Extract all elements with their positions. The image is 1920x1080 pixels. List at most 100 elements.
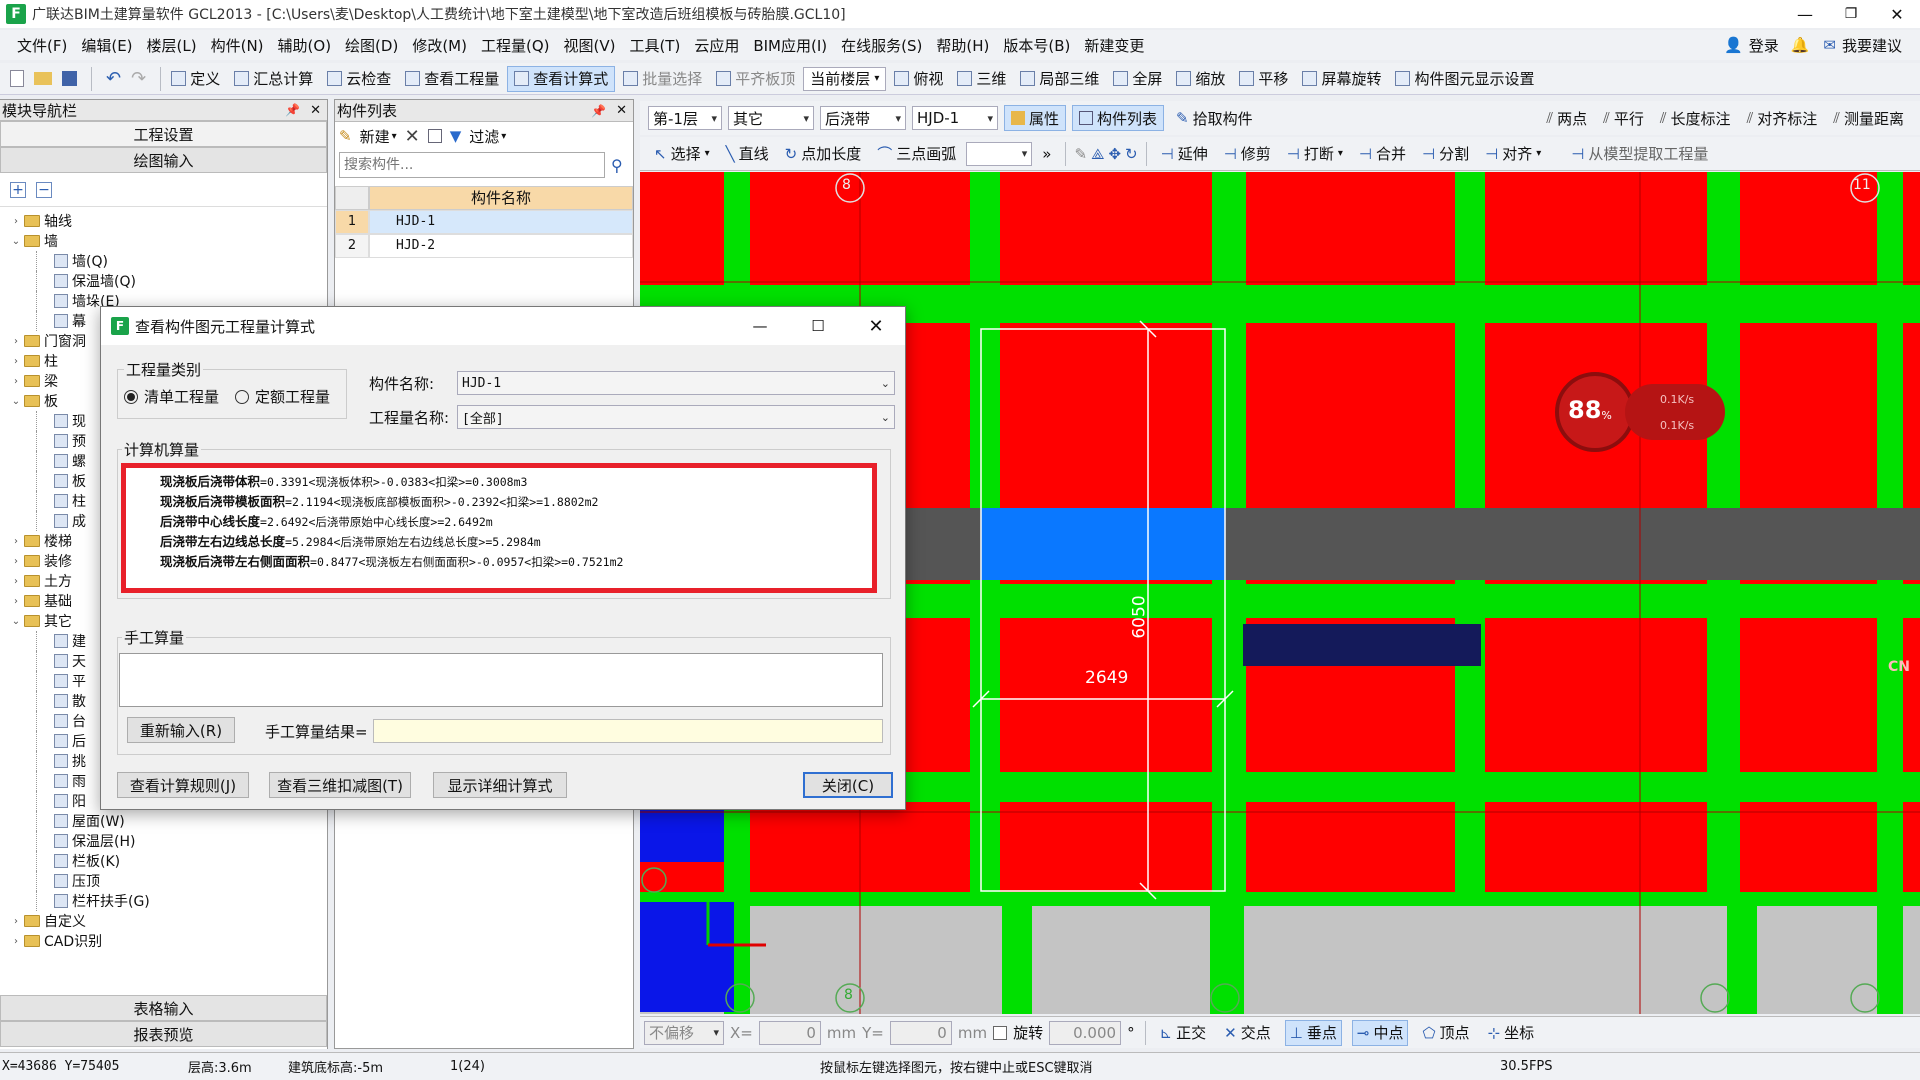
radio-bill-quantity[interactable]	[124, 389, 138, 404]
quantity-name-select[interactable]: [全部] ⌄	[457, 405, 895, 429]
snap-toggle[interactable]: ⊹ 坐标	[1484, 1020, 1539, 1046]
draw-tool-button[interactable]: ⫽ 两点	[1540, 103, 1593, 133]
snap-toggle[interactable]: ⬠ 顶点	[1418, 1020, 1473, 1046]
expander-icon[interactable]: ›	[10, 536, 22, 547]
dialog-close-icon[interactable]: ✕	[847, 316, 905, 337]
component-name-cell[interactable]: HJD-2	[369, 234, 633, 258]
menu-item[interactable]: 绘图(D)	[338, 35, 405, 56]
menu-item[interactable]: 工具(T)	[622, 35, 687, 56]
show-detailed-formula-button[interactable]: 显示详细计算式	[433, 772, 567, 798]
toolbar-button[interactable]: 定义	[165, 64, 226, 94]
tab-table-input[interactable]: 表格输入	[0, 995, 327, 1021]
draw-tool-button[interactable]: ⫽ 测量距离	[1827, 103, 1910, 133]
snap-toggle[interactable]: ⊸ 中点	[1351, 1019, 1409, 1046]
menu-item[interactable]: 辅助(O)	[271, 35, 339, 56]
close-panel-icon[interactable]: ✕	[310, 103, 321, 118]
copy-icon[interactable]	[427, 129, 442, 143]
expander-icon[interactable]: ⌄	[10, 236, 22, 247]
pick-component-button[interactable]: ✎ 拾取构件	[1170, 103, 1259, 133]
menu-item[interactable]: BIM应用(I)	[746, 35, 834, 56]
menu-item[interactable]: 视图(V)	[556, 35, 622, 56]
expander-icon[interactable]: ›	[10, 556, 22, 567]
tree-item[interactable]: 栏板(K)	[10, 851, 327, 871]
table-row[interactable]: 2 HJD-2	[335, 234, 633, 258]
tab-project-settings[interactable]: 工程设置	[0, 121, 327, 147]
toolbar-button[interactable]: 构件图元显示设置	[1389, 64, 1540, 94]
draw-tool-button[interactable]: ⫽ 平行	[1597, 103, 1650, 133]
tree-item[interactable]: ⌄ 墙	[10, 231, 327, 251]
draw-mode-button[interactable]: ↻ 点加长度	[779, 139, 868, 169]
expand-all-icon[interactable]: +	[10, 181, 26, 198]
draw-tool-button[interactable]: ⫽ 长度标注	[1654, 103, 1737, 133]
menu-item[interactable]: 楼层(L)	[140, 35, 204, 56]
column-header-name[interactable]: 构件名称	[369, 186, 633, 210]
move-icon[interactable]: ✥	[1108, 145, 1121, 163]
new-dropdown-icon[interactable]: ▾	[392, 131, 397, 142]
pin-icon[interactable]: 📌	[591, 104, 606, 118]
manual-input-area[interactable]	[119, 653, 883, 707]
user-icon[interactable]: 👤	[1724, 36, 1743, 54]
expander-icon[interactable]: ›	[10, 336, 22, 347]
toolbar-button[interactable]: 局部三维	[1014, 64, 1105, 94]
draw-mode-button[interactable]: ↖ 选择 ▾	[648, 139, 716, 169]
snap-toggle[interactable]: ⊥ 垂点	[1284, 1019, 1342, 1046]
edit-tool-button[interactable]: ⊣ 延伸	[1155, 139, 1214, 169]
collapse-all-icon[interactable]: −	[36, 181, 52, 198]
edit-tool-button[interactable]: ⊣ 修剪	[1218, 139, 1277, 169]
filter-button[interactable]: 过滤	[469, 126, 499, 147]
manual-result-field[interactable]	[373, 719, 883, 743]
table-row[interactable]: 1 HJD-1	[335, 210, 633, 234]
expander-icon[interactable]: ⌄	[10, 396, 22, 407]
toolbar-button[interactable]: 查看工程量	[399, 64, 505, 94]
open-folder-icon[interactable]	[34, 72, 52, 85]
y-input[interactable]: 0	[889, 1020, 952, 1045]
tree-item[interactable]: 屋面(W)	[10, 811, 327, 831]
component-name-cell[interactable]: HJD-1	[369, 210, 633, 234]
toolbar-button[interactable]: 平齐板顶	[710, 64, 801, 94]
toolbar-button[interactable]: 三维	[951, 64, 1012, 94]
more-tools-icon[interactable]: »	[1042, 145, 1051, 163]
formula-textarea[interactable]: 现浇板后浇带体积=0.3391<现浇板体积>-0.0383<扣梁>=0.3008…	[121, 463, 877, 593]
close-panel-icon[interactable]: ✕	[616, 103, 627, 118]
expander-icon[interactable]: ›	[10, 216, 22, 227]
minimize-button[interactable]: —	[1782, 5, 1828, 24]
view-3d-deduction-button[interactable]: 查看三维扣减图(T)	[269, 772, 411, 798]
close-dialog-button[interactable]: 关闭(C)	[803, 772, 893, 798]
draw-tool-button[interactable]: ⫽ 对齐标注	[1741, 103, 1824, 133]
edit-icon[interactable]: ✎	[1074, 145, 1087, 163]
feedback-icon[interactable]: ✉	[1823, 36, 1836, 54]
dialog-maximize-button[interactable]: ☐	[789, 317, 847, 335]
snap-toggle[interactable]: ✕ 交点	[1220, 1020, 1275, 1046]
tab-drawing-input[interactable]: 绘图输入	[0, 147, 327, 173]
component-name-select[interactable]: HJD-1 ⌄	[457, 371, 895, 395]
toolbar-button[interactable]: 当前楼层 ▾	[803, 66, 887, 91]
type-select[interactable]: 后浇带 ▾	[820, 106, 906, 130]
tree-item[interactable]: › 自定义	[10, 911, 327, 931]
expander-icon[interactable]: ›	[10, 596, 22, 607]
menu-item[interactable]: 新建变更	[1077, 35, 1151, 56]
tree-item[interactable]: › 轴线	[10, 211, 327, 231]
category-select[interactable]: 其它 ▾	[728, 106, 814, 130]
toolbar-button[interactable]: 平移	[1233, 64, 1294, 94]
arc-mode-select[interactable]: ▾	[966, 141, 1033, 166]
expander-icon[interactable]: ›	[10, 356, 22, 367]
filter-dropdown-icon[interactable]: ▾	[501, 131, 506, 142]
menu-item[interactable]: 文件(F)	[10, 35, 74, 56]
tab-report-preview[interactable]: 报表预览	[0, 1021, 327, 1047]
dialog-minimize-button[interactable]: —	[731, 317, 789, 335]
tree-item[interactable]: 保温墙(Q)	[10, 271, 327, 291]
edit-tool-button[interactable]: ⊣ 分割	[1416, 139, 1475, 169]
tree-item[interactable]: 栏杆扶手(G)	[10, 891, 327, 911]
component-search-input[interactable]	[339, 152, 605, 178]
menu-item[interactable]: 工程量(Q)	[474, 35, 557, 56]
view-calc-rules-button[interactable]: 查看计算规则(J)	[117, 772, 249, 798]
menu-item[interactable]: 在线服务(S)	[834, 35, 929, 56]
search-icon[interactable]: ⚲	[611, 156, 623, 175]
pin-icon[interactable]: 📌	[285, 103, 300, 117]
toolbar-button[interactable]: 批量选择	[617, 64, 708, 94]
tree-item[interactable]: 墙(Q)	[10, 251, 327, 271]
mirror-icon[interactable]: ⟁	[1091, 145, 1104, 163]
edit-tool-button[interactable]: ⊣ 从模型提取工程量	[1565, 139, 1714, 169]
menu-item[interactable]: 构件(N)	[204, 35, 271, 56]
expander-icon[interactable]: ⌄	[10, 616, 22, 627]
